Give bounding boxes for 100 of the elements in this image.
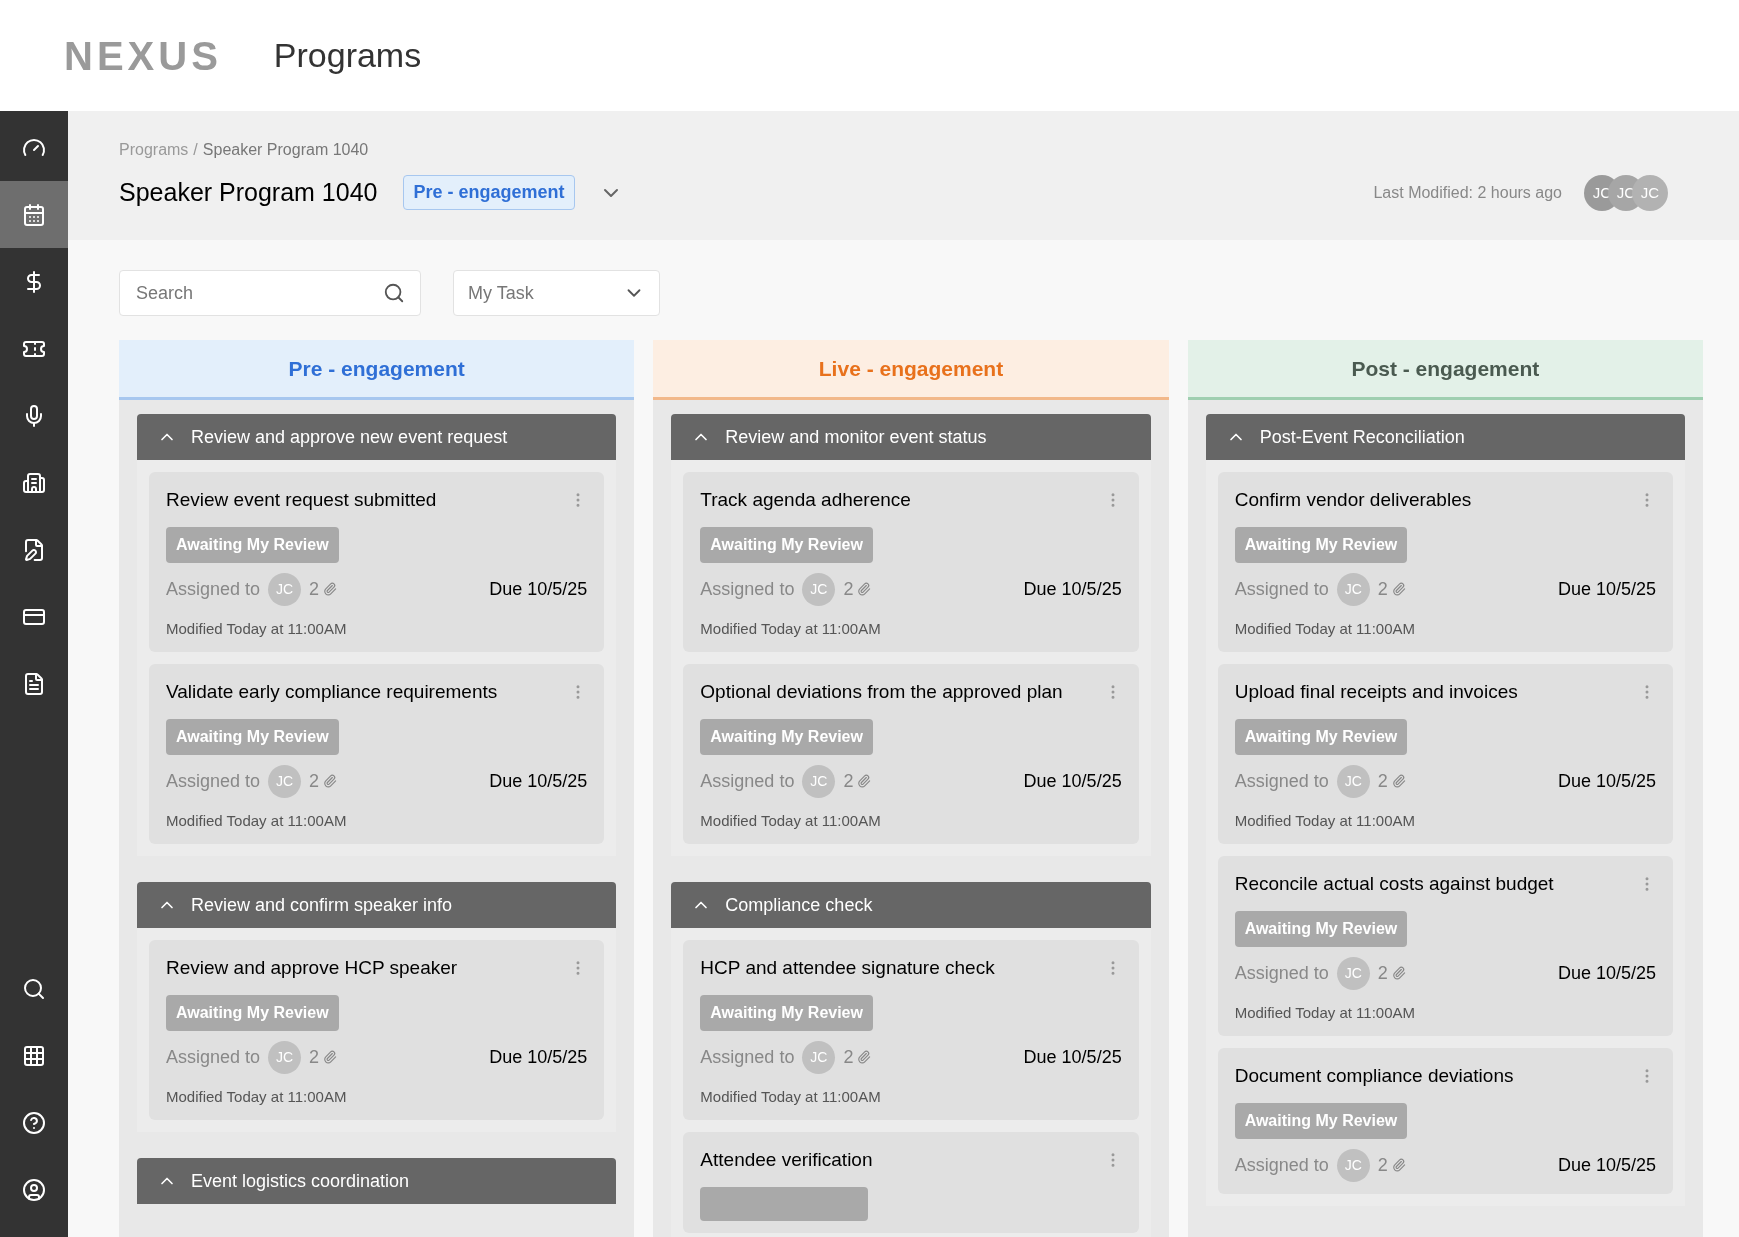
grid-icon bbox=[22, 1043, 46, 1068]
file-edit-icon bbox=[22, 537, 46, 562]
search-icon bbox=[22, 976, 46, 1001]
status-badge: Awaiting My Review bbox=[700, 526, 873, 563]
attachment-count: 2 bbox=[309, 577, 320, 601]
paperclip-icon bbox=[1391, 774, 1406, 788]
document-icon bbox=[22, 671, 46, 696]
group-header[interactable]: Event logistics coordination bbox=[137, 1158, 617, 1204]
last-modified: Last Modified: 2 hours ago bbox=[1373, 182, 1562, 203]
status-badge: Awaiting My Review bbox=[166, 718, 339, 755]
attachment-count: 2 bbox=[1377, 577, 1388, 601]
group-header[interactable]: Review and monitor event status bbox=[671, 414, 1151, 460]
group-title: Event logistics coordination bbox=[191, 1169, 410, 1193]
modified-time: Modified Today at 11:00AM bbox=[700, 618, 882, 639]
status-badge: Awaiting My Review bbox=[1234, 910, 1408, 947]
task-title: Attendee verification bbox=[700, 1148, 873, 1172]
status-badge: Awaiting My Review bbox=[1234, 718, 1408, 755]
assignee-avatar: JC bbox=[802, 572, 836, 606]
group-title: Review and monitor event status bbox=[725, 425, 987, 449]
column-title: Live - engagement bbox=[818, 355, 1004, 382]
task-title: Review event request submitted bbox=[166, 488, 437, 512]
calendar-icon bbox=[22, 202, 46, 227]
task-card[interactable]: Review event request submitted Awaiting My Review Assigned to JC 2 Due 10/5/25 Modified Today at 11:00AM bbox=[149, 472, 605, 652]
group-title: Post-Event Reconciliation bbox=[1259, 425, 1465, 449]
task-title: Review and approve HCP speaker bbox=[166, 956, 458, 980]
modified-time: Modified Today at 11:00AM bbox=[166, 810, 348, 831]
task-card[interactable]: Confirm vendor deliverables Awaiting My Review Assigned to JC 2 Due 10/5/25 Modified Today at 11:00AM bbox=[1217, 472, 1673, 652]
modified-time: Modified Today at 11:00AM bbox=[1234, 1002, 1417, 1023]
assigned-label: Assigned to bbox=[1234, 1153, 1329, 1177]
paperclip-icon bbox=[323, 1050, 338, 1064]
due-date: Due 10/5/25 bbox=[1557, 961, 1656, 985]
attachment-count: 2 bbox=[1377, 1153, 1388, 1177]
status-badge: Awaiting My Review bbox=[700, 994, 873, 1031]
task-card[interactable]: HCP and attendee signature check Awaiting My Review Assigned to JC 2 Due 10/5/25 Modified Today at 11:00AM bbox=[683, 940, 1139, 1120]
status-badge: Awaiting My Review bbox=[166, 994, 339, 1031]
assignee-avatar: JC bbox=[268, 1040, 302, 1074]
task-title: Upload final receipts and invoices bbox=[1234, 680, 1518, 704]
task-card[interactable]: Track agenda adherence Awaiting My Review Assigned to JC 2 Due 10/5/25 Modified Today at 11:00AM bbox=[683, 472, 1139, 652]
due-date: Due 10/5/25 bbox=[1023, 577, 1122, 601]
attachment-count: 2 bbox=[309, 1045, 320, 1069]
task-card[interactable]: Reconcile actual costs against budget Awaiting My Review Assigned to JC 2 Due 10/5/25 Modified Today at 11:00AM bbox=[1217, 856, 1673, 1036]
page-title: Programs bbox=[273, 35, 422, 76]
task-title: Document compliance deviations bbox=[1234, 1064, 1514, 1088]
paperclip-icon bbox=[1391, 582, 1406, 596]
column-title: Post - engagement bbox=[1351, 355, 1540, 382]
assignee-avatar: JC bbox=[268, 572, 302, 606]
task-card[interactable]: Attendee verification bbox=[683, 1132, 1139, 1233]
modified-time: Modified Today at 11:00AM bbox=[700, 1086, 882, 1107]
group-header[interactable]: Post-Event Reconciliation bbox=[1205, 414, 1685, 460]
attachment-count: 2 bbox=[309, 769, 320, 793]
task-card[interactable]: Optional deviations from the approved plan Awaiting My Review Assigned to JC 2 Due 10/5/25 Modified Today at 11:00AM bbox=[683, 664, 1139, 844]
assigned-label: Assigned to bbox=[166, 1045, 261, 1069]
attachment-count: 2 bbox=[1377, 769, 1388, 793]
task-card[interactable]: Upload final receipts and invoices Awaiting My Review Assigned to JC 2 Due 10/5/25 Modified Today at 11:00AM bbox=[1217, 664, 1673, 844]
assigned-label: Assigned to bbox=[700, 577, 795, 601]
task-card[interactable]: Validate early compliance requirements Awaiting My Review Assigned to JC 2 Due 10/5/25 Modified Today at 11:00AM bbox=[149, 664, 605, 844]
due-date: Due 10/5/25 bbox=[1557, 769, 1656, 793]
task-title: HCP and attendee signature check bbox=[700, 956, 995, 980]
stage-badge: Pre - engagement bbox=[403, 175, 575, 211]
assigned-label: Assigned to bbox=[166, 577, 261, 601]
assigned-label: Assigned to bbox=[700, 769, 795, 793]
view-dropdown[interactable]: My Task bbox=[453, 270, 660, 316]
logo: NEXUS bbox=[64, 32, 222, 80]
search-field[interactable]: Search bbox=[119, 270, 421, 316]
column-title: Pre - engagement bbox=[288, 355, 465, 382]
modified-time: Modified Today at 11:00AM bbox=[1234, 618, 1417, 639]
due-date: Due 10/5/25 bbox=[489, 1045, 588, 1069]
task-card[interactable]: Document compliance deviations Awaiting My Review Assigned to JC 2 Due 10/5/25 bbox=[1217, 1048, 1673, 1194]
assignee-avatar: JC bbox=[1336, 1148, 1370, 1182]
group-title: Review and confirm speaker info bbox=[191, 893, 453, 917]
paperclip-icon bbox=[857, 1050, 872, 1064]
modified-time: Modified Today at 11:00AM bbox=[166, 618, 348, 639]
task-card[interactable]: Review and approve HCP speaker Awaiting My Review Assigned to JC 2 Due 10/5/25 Modified Today at 11:00AM bbox=[149, 940, 605, 1120]
due-date: Due 10/5/25 bbox=[489, 769, 588, 793]
attachment-count: 2 bbox=[843, 577, 854, 601]
paperclip-icon bbox=[1391, 1158, 1406, 1172]
assignee-avatar: JC bbox=[1336, 764, 1370, 798]
group-header[interactable]: Review and approve new event request bbox=[137, 414, 617, 460]
modified-time: Modified Today at 11:00AM bbox=[166, 1086, 348, 1107]
assignee-avatar: JC bbox=[802, 1040, 836, 1074]
due-date: Due 10/5/25 bbox=[1557, 577, 1656, 601]
building-icon bbox=[22, 470, 46, 495]
paperclip-icon bbox=[857, 582, 872, 596]
status-badge: Awaiting My Review bbox=[700, 718, 873, 755]
user-icon bbox=[22, 1177, 46, 1202]
group-title: Review and approve new event request bbox=[191, 425, 508, 449]
task-title: Optional deviations from the approved plan bbox=[700, 680, 1063, 704]
due-date: Due 10/5/25 bbox=[1557, 1153, 1656, 1177]
breadcrumb-separator: / bbox=[193, 140, 198, 160]
assigned-label: Assigned to bbox=[166, 769, 261, 793]
attachment-count: 2 bbox=[843, 769, 854, 793]
group-header[interactable]: Compliance check bbox=[671, 882, 1151, 928]
group-header[interactable]: Review and confirm speaker info bbox=[137, 882, 617, 928]
status-badge: Awaiting My Review bbox=[166, 526, 339, 563]
user-avatar: JC bbox=[1632, 174, 1668, 211]
task-title: Reconcile actual costs against budget bbox=[1234, 872, 1554, 896]
due-date: Due 10/5/25 bbox=[1023, 769, 1122, 793]
assigned-label: Assigned to bbox=[1234, 769, 1329, 793]
assigned-label: Assigned to bbox=[1234, 577, 1329, 601]
task-title: Validate early compliance requirements bbox=[166, 680, 498, 704]
